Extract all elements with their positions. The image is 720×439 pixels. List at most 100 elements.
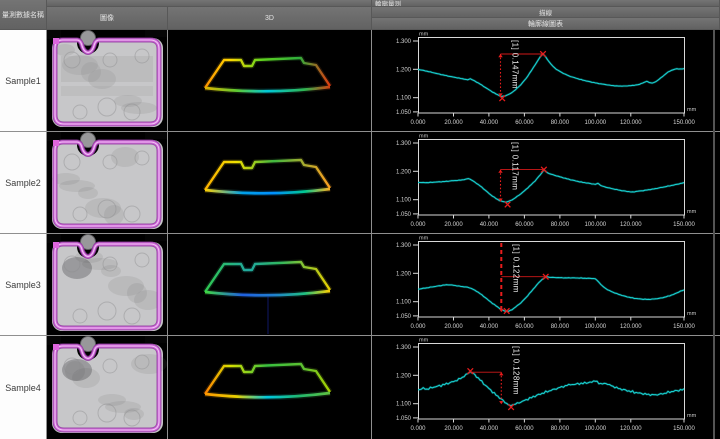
x-tick-label: 0.000 — [410, 222, 426, 228]
header-3d-column: 3D — [168, 7, 372, 30]
x-tick-label: 150.000 — [673, 222, 695, 228]
sample-photo[interactable] — [47, 30, 168, 131]
sample-row[interactable]: Sample3 1.300 1.200 1.100 1.050 0.000 20.000 40… — [0, 234, 720, 336]
x-tick-label: 100.000 — [584, 426, 606, 432]
header-image-column: 圖像 — [47, 7, 168, 30]
sample-photo[interactable] — [47, 132, 168, 233]
y-tick-label: 1.300 — [396, 243, 412, 249]
header-trace-line: 描線 — [372, 7, 720, 18]
x-tick-label: 20.000 — [444, 222, 463, 228]
header-profile-measurement: 輪廓量測 — [372, 0, 720, 7]
x-tick-label: 60.000 — [515, 426, 534, 432]
x-tick-label: 20.000 — [444, 426, 463, 432]
y-tick-label: 1.100 — [396, 198, 412, 204]
x-tick-label: 150.000 — [673, 426, 695, 432]
image-cell[interactable] — [47, 336, 168, 439]
x-tick-label: 80.000 — [551, 222, 570, 228]
y-tick-label: 1.050 — [396, 416, 412, 422]
chart-cell[interactable]: 1.300 1.200 1.100 1.050 0.000 20.000 40.000 60.… — [372, 336, 720, 439]
sample-rows: Sample1 1.300 1.200 1.100 1.050 0.000 20.000 40… — [0, 30, 720, 439]
sample-row[interactable]: Sample2 1.300 1.200 1.100 1.050 0.000 20.000 40… — [0, 132, 720, 234]
chart-cell[interactable]: 1.300 1.200 1.100 1.050 0.000 20.000 40.000 60.… — [372, 234, 720, 335]
header-measurement-data-name: 量測數據名稱 — [0, 0, 47, 30]
x-tick-label: 100.000 — [584, 120, 606, 126]
y-axis-unit: mm — [419, 134, 429, 140]
x-tick-label: 40.000 — [480, 426, 499, 432]
x-tick-label: 150.000 — [673, 324, 695, 330]
measurement-value-label: [1] 0.122mm — [511, 244, 520, 293]
x-tick-label: 100.000 — [584, 222, 606, 228]
measurement-report-window: 量測數據名稱 輪廓量測 圖像 3D 描線 輪廓線圖表 Sample1 1.300 1… — [0, 0, 720, 439]
y-axis-unit: mm — [419, 32, 429, 38]
x-axis-unit: mm — [687, 209, 697, 215]
outline-start-marker — [53, 242, 59, 248]
profile-3d-view[interactable] — [168, 234, 372, 335]
x-tick-label: 100.000 — [584, 324, 606, 330]
y-tick-label: 1.100 — [396, 402, 412, 408]
sample-name-cell: Sample3 — [0, 234, 47, 335]
x-tick-label: 120.000 — [620, 324, 642, 330]
x-tick-label: 40.000 — [480, 120, 499, 126]
profile-chart[interactable]: 1.300 1.200 1.100 1.050 0.000 20.000 40.000 60.… — [372, 30, 720, 131]
x-tick-label: 60.000 — [515, 222, 534, 228]
y-tick-label: 1.200 — [396, 271, 412, 277]
x-tick-label: 0.000 — [410, 120, 426, 126]
image-cell[interactable] — [47, 30, 168, 131]
x-tick-label: 150.000 — [673, 120, 695, 126]
profile-3d-view[interactable] — [168, 30, 372, 131]
sample-row[interactable]: Sample4 1.300 1.200 1.100 1.050 0.000 20.000 40… — [0, 336, 720, 439]
y-tick-label: 1.050 — [396, 212, 412, 218]
x-tick-label: 60.000 — [515, 324, 534, 330]
y-tick-label: 1.050 — [396, 110, 412, 116]
profile-chart[interactable]: 1.300 1.200 1.100 1.050 0.000 20.000 40.000 60.… — [372, 336, 720, 438]
chart-cell[interactable]: 1.300 1.200 1.100 1.050 0.000 20.000 40.000 60.… — [372, 132, 720, 233]
image-cell[interactable] — [47, 132, 168, 233]
x-tick-label: 120.000 — [620, 120, 642, 126]
x-tick-label: 80.000 — [551, 426, 570, 432]
x-tick-label: 0.000 — [410, 324, 426, 330]
sample-row[interactable]: Sample1 1.300 1.200 1.100 1.050 0.000 20.000 40… — [0, 30, 720, 132]
sample-name: Sample2 — [5, 177, 41, 188]
profile-3d-view[interactable] — [168, 336, 372, 438]
sample-name-cell: Sample1 — [0, 30, 47, 131]
y-tick-label: 1.100 — [396, 96, 412, 102]
sample-photo[interactable] — [47, 336, 168, 438]
y-tick-label: 1.200 — [396, 67, 412, 73]
image-cell[interactable] — [47, 234, 168, 335]
x-tick-label: 60.000 — [515, 120, 534, 126]
outline-start-marker — [53, 344, 59, 350]
profile-chart[interactable]: 1.300 1.200 1.100 1.050 0.000 20.000 40.000 60.… — [372, 234, 720, 335]
sample-name-cell: Sample4 — [0, 336, 47, 439]
y-tick-label: 1.300 — [396, 39, 412, 45]
x-tick-label: 40.000 — [480, 222, 499, 228]
threed-cell[interactable] — [168, 30, 372, 131]
threed-cell[interactable] — [168, 234, 372, 335]
x-tick-label: 120.000 — [620, 222, 642, 228]
profile-3d-view[interactable] — [168, 132, 372, 233]
sample-name: Sample1 — [5, 75, 41, 86]
y-tick-label: 1.300 — [396, 345, 412, 351]
table-header: 量測數據名稱 輪廓量測 圖像 3D 描線 輪廓線圖表 — [0, 0, 720, 30]
y-tick-label: 1.050 — [396, 314, 412, 320]
threed-cell[interactable] — [168, 336, 372, 439]
measurement-value-label: [1] 0.128mm — [511, 346, 520, 395]
x-tick-label: 20.000 — [444, 120, 463, 126]
profile-chart[interactable]: 1.300 1.200 1.100 1.050 0.000 20.000 40.000 60.… — [372, 132, 720, 233]
sample-photo[interactable] — [47, 234, 168, 335]
x-tick-label: 20.000 — [444, 324, 463, 330]
threed-cell[interactable] — [168, 132, 372, 233]
header-spacer — [47, 0, 372, 7]
x-tick-label: 40.000 — [480, 324, 499, 330]
y-axis-unit: mm — [419, 338, 429, 344]
measurement-value-label: [1] 0.117mm — [511, 142, 520, 190]
header-profile-line-chart: 輪廓線圖表 — [372, 18, 720, 30]
outline-start-marker — [53, 140, 59, 146]
part-surface — [52, 242, 163, 331]
chart-cell[interactable]: 1.300 1.200 1.100 1.050 0.000 20.000 40.000 60.… — [372, 30, 720, 131]
table-right-border — [713, 30, 715, 439]
y-tick-label: 1.100 — [396, 300, 412, 306]
x-tick-label: 120.000 — [620, 426, 642, 432]
x-tick-label: 0.000 — [410, 426, 426, 432]
y-tick-label: 1.200 — [396, 169, 412, 175]
x-tick-label: 80.000 — [551, 120, 570, 126]
